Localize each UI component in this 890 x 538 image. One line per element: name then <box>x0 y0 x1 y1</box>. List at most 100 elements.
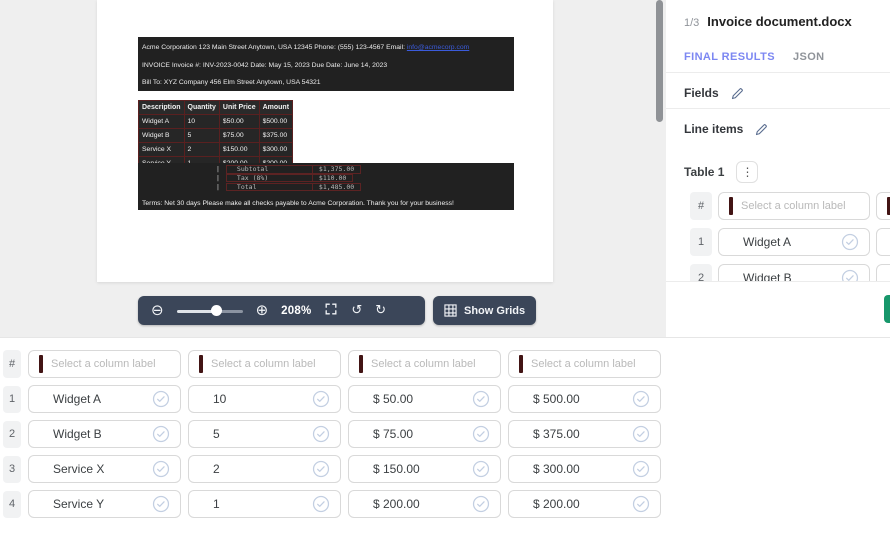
cell-value-box[interactable] <box>876 228 890 256</box>
confirm-check-icon[interactable] <box>841 269 859 281</box>
line-items-section: Line items <box>684 122 890 136</box>
confirm-check-icon[interactable] <box>152 425 170 443</box>
zoom-out-icon[interactable]: ⊖ <box>151 303 164 318</box>
hash-header-cell: # <box>3 350 21 378</box>
confirm-check-icon[interactable] <box>632 425 650 443</box>
cell-value-box[interactable]: 10 <box>188 385 341 413</box>
row-index-cell: 2 <box>3 421 21 448</box>
table-row: 1 Widget A <box>690 228 890 256</box>
confirm-check-icon[interactable] <box>152 495 170 513</box>
cell-value-box[interactable]: Widget A <box>718 228 870 256</box>
column-label-field[interactable] <box>371 358 500 370</box>
invoice-col-description: Description <box>139 101 185 115</box>
zoom-in-icon[interactable]: ⊕ <box>256 303 269 318</box>
invoice-col-amount: Amount <box>259 101 292 115</box>
row-index-cell: 1 <box>690 228 712 256</box>
confirm-check-icon[interactable] <box>152 460 170 478</box>
invoice-col-quantity: Quantity <box>184 101 219 115</box>
table-title-row: Table 1 ⋮ <box>684 161 890 183</box>
confirm-check-icon[interactable] <box>632 460 650 478</box>
cell-value-box[interactable]: $ 50.00 <box>348 385 501 413</box>
confirm-check-icon[interactable] <box>472 425 490 443</box>
column-accent-bar <box>519 355 523 373</box>
table-header-row: # <box>690 192 890 220</box>
cell-value-box[interactable]: 1 <box>188 490 341 518</box>
tab-final-results[interactable]: FINAL RESULTS <box>684 51 775 63</box>
rotate-ccw-icon[interactable]: ↺ <box>351 304 362 317</box>
column-label-field[interactable] <box>741 200 869 212</box>
cell-value-box[interactable]: $ 200.00 <box>348 490 501 518</box>
fields-section: Fields <box>684 86 890 100</box>
row-index-cell: 3 <box>3 456 21 483</box>
column-accent-bar <box>199 355 203 373</box>
invoice-table-row: Service X 2 $150.00 $300.00 <box>139 143 293 157</box>
zoom-slider-handle[interactable] <box>211 305 222 316</box>
panel-scrollbar-thumb[interactable] <box>656 0 663 122</box>
confirm-check-icon[interactable] <box>312 390 330 408</box>
edit-fields-pencil-icon[interactable] <box>731 87 744 100</box>
invoice-company-line: Acme Corporation 123 Main Street Anytown… <box>142 44 407 51</box>
cell-value-box[interactable]: Widget B <box>28 420 181 448</box>
confirm-check-icon[interactable] <box>312 495 330 513</box>
cell-value-box[interactable]: Widget A <box>28 385 181 413</box>
cell-value-box[interactable]: $ 200.00 <box>508 490 661 518</box>
cell-value-box[interactable]: 2 <box>188 455 341 483</box>
cell-value-box[interactable]: 5 <box>188 420 341 448</box>
invoice-header-line1: Acme Corporation 123 Main Street Anytown… <box>142 39 510 57</box>
column-label-input[interactable] <box>28 350 181 378</box>
line-items-table-panel: # 1 Widget A <box>0 338 890 538</box>
column-label-field[interactable] <box>51 358 180 370</box>
confirm-check-icon[interactable] <box>632 495 650 513</box>
cell-value-box[interactable]: Service X <box>28 455 181 483</box>
tab-json[interactable]: JSON <box>793 51 825 63</box>
confirm-check-icon[interactable] <box>152 390 170 408</box>
column-label-input[interactable] <box>188 350 341 378</box>
table-row: 4 Service Y 1 $ 200.00 $ 200.00 <box>3 490 890 518</box>
results-content: 1/3 Invoice document.docx FINAL RESULTS … <box>666 0 890 281</box>
invoice-table-row: Widget B 5 $75.00 $375.00 <box>139 129 293 143</box>
invoice-total-line: | Total$1,485.00 <box>138 183 514 192</box>
row-index-cell: 2 <box>690 264 712 281</box>
column-label-input[interactable] <box>348 350 501 378</box>
confirm-check-icon[interactable] <box>632 390 650 408</box>
column-label-input[interactable] <box>718 192 870 220</box>
cell-value-box[interactable]: $ 300.00 <box>508 455 661 483</box>
results-tabs: FINAL RESULTS JSON <box>684 51 890 63</box>
fields-section-label: Fields <box>684 86 719 100</box>
confirm-action-button[interactable] <box>884 295 890 323</box>
cell-value-box[interactable]: Widget B <box>718 264 870 281</box>
column-label-input[interactable] <box>876 192 890 220</box>
confirm-check-icon[interactable] <box>472 495 490 513</box>
confirm-check-icon[interactable] <box>841 233 859 251</box>
cell-value-box[interactable]: Service Y <box>28 490 181 518</box>
column-label-input[interactable] <box>508 350 661 378</box>
cell-value-box[interactable]: $ 150.00 <box>348 455 501 483</box>
cell-value-box[interactable]: $ 75.00 <box>348 420 501 448</box>
confirm-check-icon[interactable] <box>472 390 490 408</box>
zoom-slider[interactable] <box>177 305 243 317</box>
cell-value-box[interactable]: $ 500.00 <box>508 385 661 413</box>
confirm-check-icon[interactable] <box>312 425 330 443</box>
rotate-cw-icon[interactable]: ↻ <box>375 304 386 317</box>
column-label-field[interactable] <box>531 358 660 370</box>
invoice-terms: Terms: Net 30 days Please make all check… <box>142 200 454 207</box>
document-title: Invoice document.docx <box>707 14 851 29</box>
table-menu-button[interactable]: ⋮ <box>736 161 758 183</box>
divider <box>666 72 890 73</box>
invoice-email-link[interactable]: info@acmecorp.com <box>407 44 469 51</box>
cell-value-box[interactable] <box>876 264 890 281</box>
cell-value-box[interactable]: $ 375.00 <box>508 420 661 448</box>
fit-screen-icon[interactable] <box>324 302 338 319</box>
show-grids-button[interactable]: Show Grids <box>433 296 536 325</box>
table-row: 2 Widget B <box>690 264 890 281</box>
table-row: 2 Widget B 5 $ 75.00 $ 375.00 <box>3 420 890 448</box>
confirm-check-icon[interactable] <box>472 460 490 478</box>
column-label-field[interactable] <box>211 358 340 370</box>
invoice-header-line2: INVOICE Invoice #: INV-2023-0042 Date: M… <box>142 57 510 75</box>
table-row: 1 Widget A 10 $ 50.00 $ 500.00 <box>3 385 890 413</box>
invoice-tax-line: | Tax (8%)$110.00 <box>138 174 514 183</box>
edit-line-items-pencil-icon[interactable] <box>755 123 768 136</box>
confirm-check-icon[interactable] <box>312 460 330 478</box>
show-grids-label: Show Grids <box>464 305 525 317</box>
invoice-table: Description Quantity Unit Price Amount W… <box>138 100 293 171</box>
